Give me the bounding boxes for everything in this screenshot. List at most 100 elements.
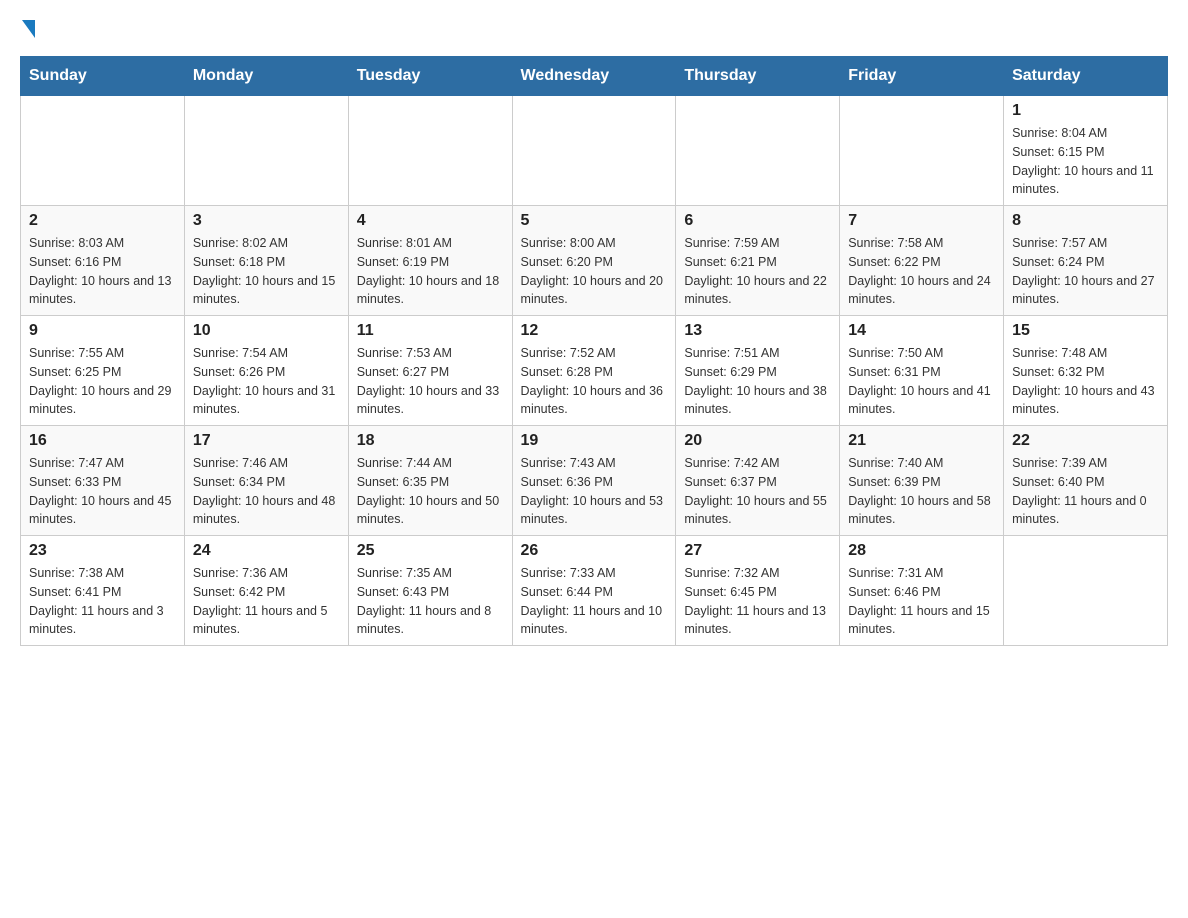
- calendar-cell: 11 Sunrise: 7:53 AMSunset: 6:27 PMDayligh…: [348, 316, 512, 426]
- calendar-cell: 12 Sunrise: 7:52 AMSunset: 6:28 PMDayligh…: [512, 316, 676, 426]
- day-number: 4: [357, 212, 504, 230]
- day-info: Sunrise: 8:03 AMSunset: 6:16 PMDaylight:…: [29, 234, 176, 309]
- day-number: 6: [684, 212, 831, 230]
- day-number: 15: [1012, 322, 1159, 340]
- day-info: Sunrise: 7:55 AMSunset: 6:25 PMDaylight:…: [29, 344, 176, 419]
- calendar-week-row: 23 Sunrise: 7:38 AMSunset: 6:41 PMDayligh…: [21, 536, 1168, 646]
- day-info: Sunrise: 7:58 AMSunset: 6:22 PMDaylight:…: [848, 234, 995, 309]
- calendar-cell: 18 Sunrise: 7:44 AMSunset: 6:35 PMDayligh…: [348, 426, 512, 536]
- day-number: 5: [521, 212, 668, 230]
- page-header: [20, 20, 1168, 36]
- day-number: 22: [1012, 432, 1159, 450]
- day-number: 16: [29, 432, 176, 450]
- day-info: Sunrise: 7:43 AMSunset: 6:36 PMDaylight:…: [521, 454, 668, 529]
- calendar-cell: 23 Sunrise: 7:38 AMSunset: 6:41 PMDayligh…: [21, 536, 185, 646]
- weekday-header-monday: Monday: [184, 57, 348, 96]
- weekday-header-friday: Friday: [840, 57, 1004, 96]
- calendar-cell: 21Sunrise: 7:40 AMSunset: 6:39 PMDayligh…: [840, 426, 1004, 536]
- calendar-week-row: 9 Sunrise: 7:55 AMSunset: 6:25 PMDaylight…: [21, 316, 1168, 426]
- calendar-week-row: 1 Sunrise: 8:04 AMSunset: 6:15 PMDaylight…: [21, 96, 1168, 206]
- day-number: 23: [29, 542, 176, 560]
- calendar-cell: 16 Sunrise: 7:47 AMSunset: 6:33 PMDayligh…: [21, 426, 185, 536]
- calendar-cell: 17 Sunrise: 7:46 AMSunset: 6:34 PMDayligh…: [184, 426, 348, 536]
- calendar-cell: 24 Sunrise: 7:36 AMSunset: 6:42 PMDayligh…: [184, 536, 348, 646]
- weekday-header-tuesday: Tuesday: [348, 57, 512, 96]
- calendar-cell: [840, 96, 1004, 206]
- day-info: Sunrise: 7:51 AMSunset: 6:29 PMDaylight:…: [684, 344, 831, 419]
- day-number: 13: [684, 322, 831, 340]
- day-number: 2: [29, 212, 176, 230]
- calendar-cell: 8 Sunrise: 7:57 AMSunset: 6:24 PMDaylight…: [1004, 206, 1168, 316]
- logo-triangle-icon: [22, 20, 35, 38]
- day-number: 10: [193, 322, 340, 340]
- calendar-cell: 4 Sunrise: 8:01 AMSunset: 6:19 PMDaylight…: [348, 206, 512, 316]
- day-info: Sunrise: 7:38 AMSunset: 6:41 PMDaylight:…: [29, 564, 176, 639]
- day-info: Sunrise: 7:33 AMSunset: 6:44 PMDaylight:…: [521, 564, 668, 639]
- day-number: 9: [29, 322, 176, 340]
- calendar-cell: 19 Sunrise: 7:43 AMSunset: 6:36 PMDayligh…: [512, 426, 676, 536]
- weekday-header-row: SundayMondayTuesdayWednesdayThursdayFrid…: [21, 57, 1168, 96]
- calendar-cell: 3 Sunrise: 8:02 AMSunset: 6:18 PMDaylight…: [184, 206, 348, 316]
- calendar-cell: 15 Sunrise: 7:48 AMSunset: 6:32 PMDayligh…: [1004, 316, 1168, 426]
- day-info: Sunrise: 7:47 AMSunset: 6:33 PMDaylight:…: [29, 454, 176, 529]
- day-number: 19: [521, 432, 668, 450]
- day-info: Sunrise: 8:00 AMSunset: 6:20 PMDaylight:…: [521, 234, 668, 309]
- day-info: Sunrise: 7:48 AMSunset: 6:32 PMDaylight:…: [1012, 344, 1159, 419]
- day-number: 1: [1012, 102, 1159, 120]
- day-number: 12: [521, 322, 668, 340]
- calendar-cell: [184, 96, 348, 206]
- calendar-cell: 7Sunrise: 7:58 AMSunset: 6:22 PMDaylight…: [840, 206, 1004, 316]
- logo: [20, 20, 35, 36]
- calendar-cell: 5 Sunrise: 8:00 AMSunset: 6:20 PMDaylight…: [512, 206, 676, 316]
- calendar-week-row: 16 Sunrise: 7:47 AMSunset: 6:33 PMDayligh…: [21, 426, 1168, 536]
- day-number: 21: [848, 432, 995, 450]
- day-info: Sunrise: 8:04 AMSunset: 6:15 PMDaylight:…: [1012, 124, 1159, 199]
- day-info: Sunrise: 7:39 AMSunset: 6:40 PMDaylight:…: [1012, 454, 1159, 529]
- calendar-week-row: 2 Sunrise: 8:03 AMSunset: 6:16 PMDaylight…: [21, 206, 1168, 316]
- calendar-cell: 28 Sunrise: 7:31 AMSunset: 6:46 PMDayligh…: [840, 536, 1004, 646]
- calendar-cell: [1004, 536, 1168, 646]
- calendar-cell: 10Sunrise: 7:54 AMSunset: 6:26 PMDayligh…: [184, 316, 348, 426]
- calendar-cell: [21, 96, 185, 206]
- day-number: 3: [193, 212, 340, 230]
- day-number: 27: [684, 542, 831, 560]
- weekday-header-thursday: Thursday: [676, 57, 840, 96]
- day-info: Sunrise: 7:50 AMSunset: 6:31 PMDaylight:…: [848, 344, 995, 419]
- calendar-table: SundayMondayTuesdayWednesdayThursdayFrid…: [20, 56, 1168, 646]
- day-info: Sunrise: 7:35 AMSunset: 6:43 PMDaylight:…: [357, 564, 504, 639]
- day-number: 11: [357, 322, 504, 340]
- weekday-header-wednesday: Wednesday: [512, 57, 676, 96]
- day-number: 18: [357, 432, 504, 450]
- day-number: 17: [193, 432, 340, 450]
- calendar-cell: 1 Sunrise: 8:04 AMSunset: 6:15 PMDaylight…: [1004, 96, 1168, 206]
- day-number: 24: [193, 542, 340, 560]
- day-info: Sunrise: 7:36 AMSunset: 6:42 PMDaylight:…: [193, 564, 340, 639]
- day-info: Sunrise: 7:59 AMSunset: 6:21 PMDaylight:…: [684, 234, 831, 309]
- calendar-cell: 22 Sunrise: 7:39 AMSunset: 6:40 PMDayligh…: [1004, 426, 1168, 536]
- day-info: Sunrise: 7:42 AMSunset: 6:37 PMDaylight:…: [684, 454, 831, 529]
- day-number: 26: [521, 542, 668, 560]
- day-info: Sunrise: 7:53 AMSunset: 6:27 PMDaylight:…: [357, 344, 504, 419]
- day-info: Sunrise: 8:01 AMSunset: 6:19 PMDaylight:…: [357, 234, 504, 309]
- day-info: Sunrise: 7:44 AMSunset: 6:35 PMDaylight:…: [357, 454, 504, 529]
- day-number: 8: [1012, 212, 1159, 230]
- day-info: Sunrise: 7:57 AMSunset: 6:24 PMDaylight:…: [1012, 234, 1159, 309]
- day-number: 28: [848, 542, 995, 560]
- weekday-header-saturday: Saturday: [1004, 57, 1168, 96]
- calendar-cell: [512, 96, 676, 206]
- calendar-cell: 26 Sunrise: 7:33 AMSunset: 6:44 PMDayligh…: [512, 536, 676, 646]
- weekday-header-sunday: Sunday: [21, 57, 185, 96]
- day-info: Sunrise: 8:02 AMSunset: 6:18 PMDaylight:…: [193, 234, 340, 309]
- calendar-cell: 25Sunrise: 7:35 AMSunset: 6:43 PMDayligh…: [348, 536, 512, 646]
- calendar-cell: [348, 96, 512, 206]
- day-info: Sunrise: 7:31 AMSunset: 6:46 PMDaylight:…: [848, 564, 995, 639]
- calendar-cell: 2 Sunrise: 8:03 AMSunset: 6:16 PMDaylight…: [21, 206, 185, 316]
- calendar-cell: 20 Sunrise: 7:42 AMSunset: 6:37 PMDayligh…: [676, 426, 840, 536]
- calendar-cell: 9 Sunrise: 7:55 AMSunset: 6:25 PMDaylight…: [21, 316, 185, 426]
- day-info: Sunrise: 7:52 AMSunset: 6:28 PMDaylight:…: [521, 344, 668, 419]
- day-number: 14: [848, 322, 995, 340]
- day-info: Sunrise: 7:32 AMSunset: 6:45 PMDaylight:…: [684, 564, 831, 639]
- calendar-cell: 6 Sunrise: 7:59 AMSunset: 6:21 PMDaylight…: [676, 206, 840, 316]
- day-info: Sunrise: 7:46 AMSunset: 6:34 PMDaylight:…: [193, 454, 340, 529]
- day-number: 20: [684, 432, 831, 450]
